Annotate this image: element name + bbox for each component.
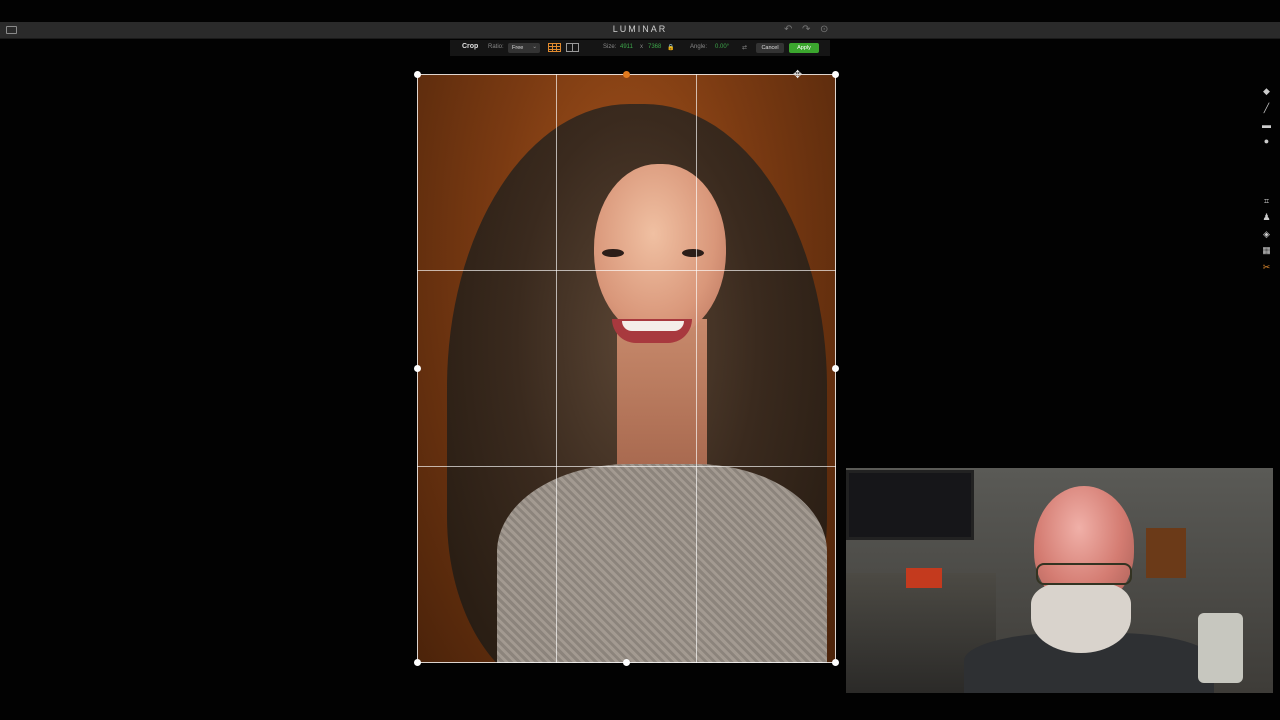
rotate-icon[interactable]: ⇄ [742, 44, 747, 51]
ratio-dropdown[interactable]: Free ⌄ [508, 43, 540, 53]
chevron-down-icon: ⌄ [532, 44, 537, 50]
crop-handle-left[interactable] [414, 365, 421, 372]
layers-icon[interactable]: ◆ [1262, 87, 1271, 96]
scissors-icon[interactable]: ✂ [1262, 263, 1271, 272]
crop-toolbar: Crop Ratio: Free ⌄ Size: 4911 x 7368 🔒 A… [450, 40, 830, 56]
grid-overlay-icon[interactable] [548, 43, 561, 52]
webcam-tv [846, 470, 974, 540]
app-title: LUMINAR [612, 24, 668, 34]
crop-handle-bottom-right[interactable] [832, 659, 839, 666]
size-separator: x [640, 44, 643, 50]
stamp-icon[interactable]: ♟ [1262, 213, 1271, 222]
crop-handle-top[interactable] [623, 71, 630, 78]
crop-handle-right[interactable] [832, 365, 839, 372]
crop-handle-top-left[interactable] [414, 71, 421, 78]
angle-value[interactable]: 0.00° [715, 44, 729, 50]
size-label: Size: [603, 44, 617, 50]
webcam-glasses [1036, 563, 1132, 585]
crop-handle-bottom[interactable] [623, 659, 630, 666]
lock-icon[interactable]: 🔒 [667, 44, 674, 51]
angle-label: Angle: [690, 44, 708, 50]
size-height[interactable]: 7368 [648, 44, 661, 50]
cancel-button[interactable]: Cancel [756, 43, 784, 53]
undo-icon[interactable]: ↶ [784, 24, 792, 35]
crop-handle-top-right[interactable] [832, 71, 839, 78]
webcam-toy [1146, 528, 1186, 578]
erase-icon[interactable]: ◈ [1262, 230, 1271, 239]
split-overlay-icon[interactable] [566, 43, 579, 52]
brush-icon[interactable]: ╱ [1262, 104, 1271, 113]
webcam-microphone [1198, 613, 1243, 683]
noise-icon[interactable]: ▦ [1262, 246, 1271, 255]
ratio-label: Ratio: [488, 44, 504, 50]
move-cursor-icon: ✥ [793, 69, 803, 81]
mask-icon[interactable]: ▬ [1262, 121, 1271, 130]
webcam-overlay [846, 468, 1273, 693]
webcam-beard [1031, 583, 1131, 653]
circle-icon[interactable]: ● [1262, 137, 1271, 146]
photo-canvas[interactable] [417, 74, 836, 663]
title-bar: LUMINAR ↶ ↷ ⊙ [0, 22, 1280, 39]
history-icon[interactable]: ⊙ [820, 24, 828, 35]
crop-tool-label: Crop [462, 43, 479, 50]
ratio-value: Free [512, 45, 524, 51]
crop-transform-icon[interactable]: ⌗ [1262, 197, 1271, 206]
redo-icon[interactable]: ↷ [802, 24, 810, 35]
crop-handle-bottom-left[interactable] [414, 659, 421, 666]
crop-frame[interactable] [417, 74, 836, 663]
webcam-toy [906, 568, 942, 588]
apply-button[interactable]: Apply [789, 43, 819, 53]
size-width[interactable]: 4911 [620, 44, 633, 50]
